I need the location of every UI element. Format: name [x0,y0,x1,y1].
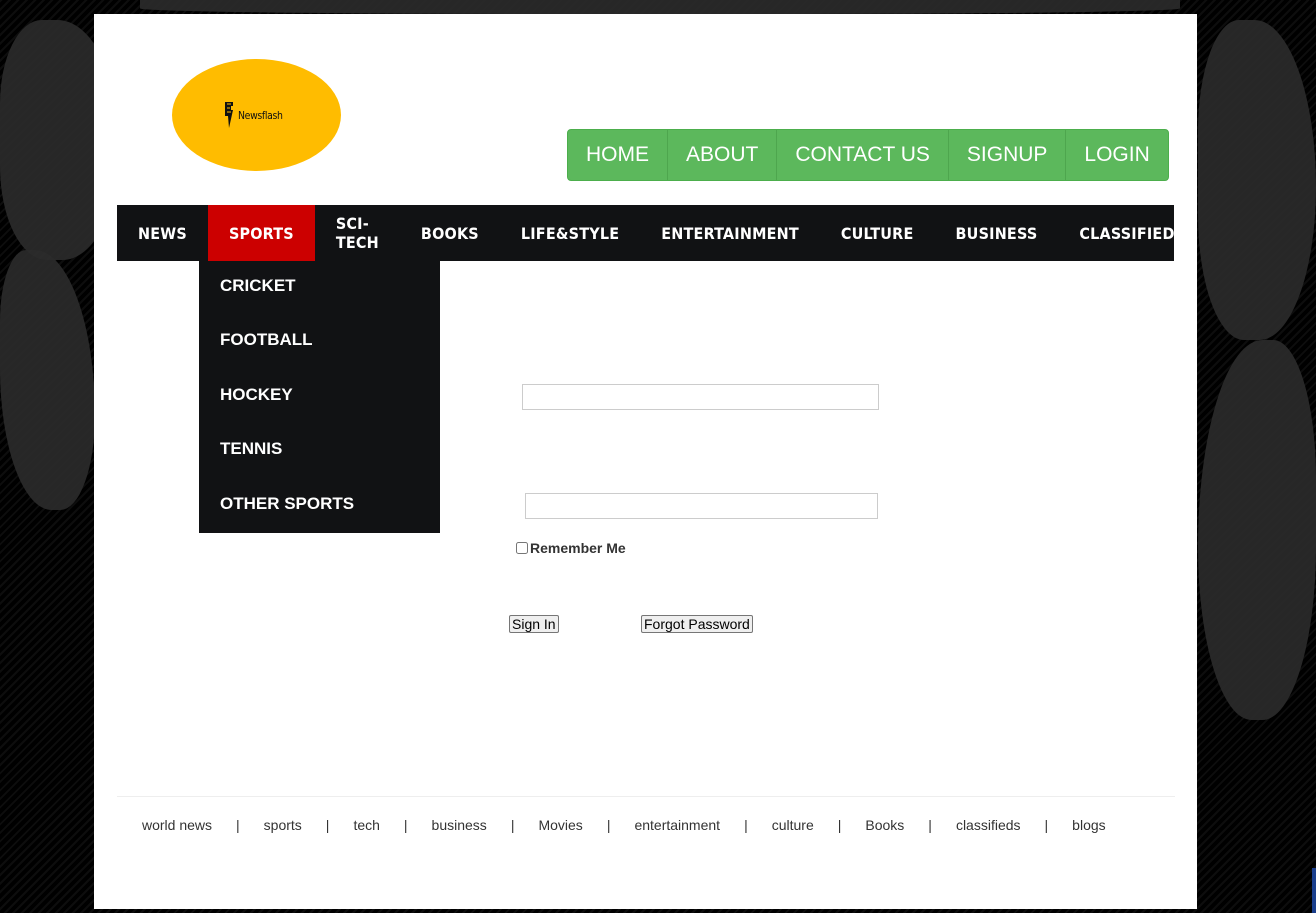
top-nav-login[interactable]: LOGIN [1065,130,1167,180]
main-nav-life-style[interactable]: LIFE&STYLE [500,205,640,261]
newspaper-icon [224,102,233,128]
footer-separator: | [744,817,748,833]
main-nav-culture[interactable]: CULTURE [820,205,935,261]
page-container: Newsflash HOME ABOUT CONTACT US SIGNUP LOGIN… [94,14,1197,909]
dropdown-item-cricket[interactable]: CRICKET [199,261,440,315]
sports-dropdown-menu: CRICKET FOOTBALL HOCKEY TENNIS OTHER SPORTS [199,261,440,533]
remember-me[interactable]: Remember Me [516,540,626,556]
footer-link-entertainment[interactable]: entertainment [634,817,720,833]
footer-divider [117,796,1175,797]
dropdown-item-tennis[interactable]: TENNIS [199,424,440,478]
footer-separator: | [403,817,408,833]
footer-separator: | [510,817,515,833]
password-input[interactable] [525,493,878,519]
dropdown-item-hockey[interactable]: HOCKEY [199,370,440,424]
main-nav-business[interactable]: BUSINESS [935,205,1059,261]
footer-separator: | [928,817,932,833]
footer-separator: | [1044,817,1049,833]
remember-me-checkbox[interactable] [516,542,528,554]
footer-separator: | [236,817,240,833]
footer-separator: | [325,817,330,833]
footer-link-business[interactable]: business [432,817,487,833]
main-nav-news[interactable]: NEWS [117,205,208,261]
top-navigation: HOME ABOUT CONTACT US SIGNUP LOGIN [567,129,1169,181]
top-nav-home[interactable]: HOME [568,130,667,180]
username-input[interactable] [522,384,879,410]
top-nav-signup[interactable]: SIGNUP [947,130,1066,180]
main-navigation: NEWS SPORTS SCI-TECH BOOKS LIFE&STYLE ENTERTA… [117,205,1185,261]
main-nav-entertainment[interactable]: ENTERTAINMENT [640,205,820,261]
footer-link-blogs[interactable]: blogs [1072,817,1105,833]
footer-link-culture[interactable]: culture [772,817,814,833]
footer-separator: | [606,817,611,833]
main-nav-classifieds[interactable]: CLASSIFIEDS [1058,205,1206,261]
footer-links: world news | sports | tech | business | Movies | e… [142,817,1106,833]
remember-me-label: Remember Me [530,540,626,556]
site-logo[interactable]: Newsflash [172,59,341,171]
logo-text: Newsflash [237,108,283,122]
sign-in-button[interactable]: Sign In [509,615,559,633]
top-nav-about[interactable]: ABOUT [667,130,776,180]
corner-edge [1312,868,1316,913]
forgot-password-button[interactable]: Forgot Password [641,615,753,633]
main-nav-books[interactable]: BOOKS [400,205,500,261]
dropdown-item-football[interactable]: FOOTBALL [199,315,440,369]
footer-separator: | [837,817,842,833]
dropdown-item-other-sports[interactable]: OTHER SPORTS [199,479,440,533]
logo-content: Newsflash [223,100,291,130]
footer-link-classifieds[interactable]: classifieds [956,817,1021,833]
footer-link-movies[interactable]: Movies [538,817,582,833]
background-shape [140,0,1180,14]
footer-link-sports[interactable]: sports [264,817,302,833]
footer-link-world-news[interactable]: world news [142,817,212,833]
footer-link-books[interactable]: Books [865,817,904,833]
main-nav-sci-tech[interactable]: SCI-TECH [315,205,400,261]
top-nav-contact-us[interactable]: CONTACT US [776,130,948,180]
main-nav-sports[interactable]: SPORTS [207,205,315,261]
footer-link-tech[interactable]: tech [353,817,379,833]
